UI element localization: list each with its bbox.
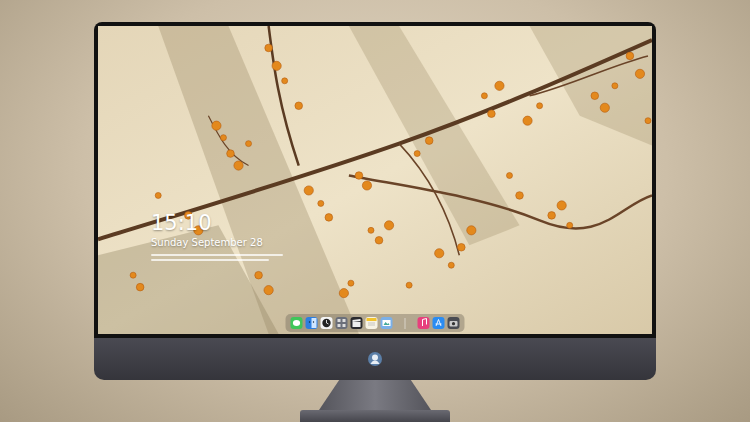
lock-screen: 15:10 Sunday September 28	[98, 26, 652, 334]
clapper-icon[interactable]	[351, 317, 363, 329]
brand-logo-icon	[367, 351, 383, 367]
camera-icon[interactable]	[448, 317, 460, 329]
clock-icon[interactable]	[321, 317, 333, 329]
notification-line	[151, 254, 283, 256]
photos-icon[interactable]	[381, 317, 393, 329]
monitor: 15:10 Sunday September 28	[94, 22, 656, 422]
desktop-scene: 15:10 Sunday September 28	[0, 0, 750, 422]
lock-clock: 15:10 Sunday September 28	[151, 212, 283, 261]
monitor-screen-frame: 15:10 Sunday September 28	[94, 22, 656, 338]
monitor-stand-neck	[319, 380, 431, 410]
monitor-stand-base	[300, 410, 450, 422]
wallpaper-photo	[98, 26, 652, 334]
monitor-chin	[94, 338, 656, 380]
dock-separator	[405, 318, 406, 329]
store-icon[interactable]	[433, 317, 445, 329]
clock-time: 15:10	[151, 212, 283, 235]
finder-icon[interactable]	[306, 317, 318, 329]
grid-icon[interactable]	[336, 317, 348, 329]
notes-icon[interactable]	[366, 317, 378, 329]
messages-icon[interactable]	[291, 317, 303, 329]
dock	[286, 314, 465, 332]
notification-line	[151, 259, 269, 261]
clock-date: Sunday September 28	[151, 237, 283, 248]
music-icon[interactable]	[418, 317, 430, 329]
